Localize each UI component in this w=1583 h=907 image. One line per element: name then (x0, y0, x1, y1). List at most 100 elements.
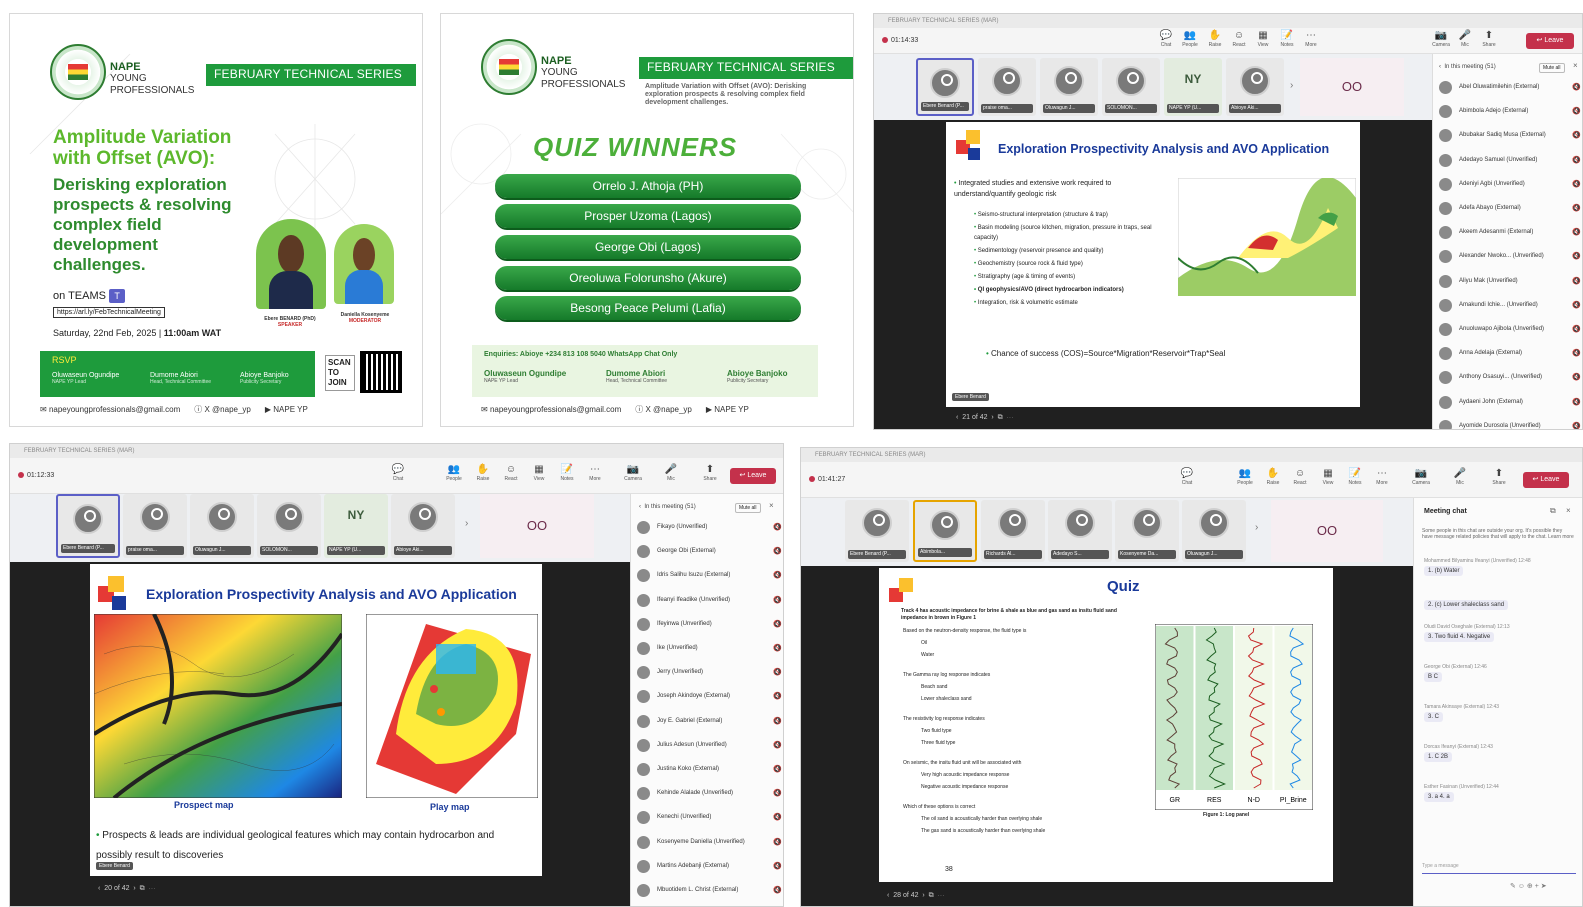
raise-hand-button[interactable]: ✋ Raise (1262, 468, 1284, 486)
participant-row[interactable]: Kenechi (Unverified) 🔇 (637, 808, 782, 828)
participant-row[interactable]: Anuoluwapo Ajibola (Unverified) 🔇 (1439, 320, 1581, 340)
people-button[interactable]: 👥 People (1234, 468, 1256, 486)
participant-tile[interactable]: NY NAPE YP (U... (324, 494, 388, 558)
participant-row[interactable]: Adedayo Samuel (Unverified) 🔇 (1439, 151, 1581, 171)
participant-row[interactable]: Ifeyinwa (Unverified) 🔇 (637, 615, 782, 635)
more-button[interactable]: ⋯ More (1371, 468, 1393, 486)
chat-message[interactable]: George Obi (External) 12:46 B C (1424, 664, 1577, 682)
chat-message[interactable]: 2. (c) Lower shaleclass sand (1424, 598, 1577, 610)
participant-row[interactable]: George Obi (External) 🔇 (637, 542, 782, 562)
next-chevron-icon[interactable]: › (1290, 80, 1293, 91)
chat-message[interactable]: Mohammed Bilyaminu Ifeanyi (Unverified) … (1424, 558, 1577, 576)
participant-tile[interactable]: Oluwagun J... (1040, 58, 1098, 116)
leave-button[interactable]: ↩ Leave (1526, 33, 1574, 49)
participant-row[interactable]: Adeniyi Agbi (Unverified) 🔇 (1439, 175, 1581, 195)
react-button[interactable]: ☺ React (500, 464, 522, 482)
participant-row[interactable]: Abimbola Adejo (External) 🔇 (1439, 102, 1581, 122)
participant-tile[interactable]: Ebere Benard (P... (916, 58, 974, 116)
chat-button[interactable]: 💬 Chat (1176, 468, 1198, 486)
overflow-tile[interactable]: OO (480, 494, 594, 558)
chat-message[interactable]: Dorcas Ifeanyi (External) 12:43 1. C 2B (1424, 744, 1577, 762)
chat-message[interactable]: Oludi David Oseghale (External) 12:13 3. … (1424, 624, 1577, 642)
slide-nav[interactable]: ‹ 21 of 42 › ⧉ ⋯ (956, 414, 1014, 422)
view-button[interactable]: ▦ View (1317, 468, 1339, 486)
participant-tile[interactable]: Abioye Aki... (1226, 58, 1284, 116)
participant-row[interactable]: Justina Koko (External) 🔇 (637, 760, 782, 780)
mute-all-button[interactable]: Mute all (1539, 63, 1565, 73)
participant-row[interactable]: Idris Salihu Isuzu (External) 🔇 (637, 566, 782, 586)
participant-row[interactable]: Abubakar Sadiq Musa (External) 🔇 (1439, 126, 1581, 146)
participant-tile[interactable]: Ebere Benard (P... (845, 500, 909, 562)
participant-row[interactable]: Mbuotidem L. Christ (External) 🔇 (637, 881, 782, 901)
participant-row[interactable]: Aydaeni John (External) 🔇 (1439, 393, 1581, 413)
participant-row[interactable]: Julius Adesun (Unverified) 🔇 (637, 736, 782, 756)
view-button[interactable]: ▦ View (528, 464, 550, 482)
participant-row[interactable]: Alexander Nwoko... (Unverified) 🔇 (1439, 247, 1581, 267)
participant-row[interactable]: Anna Adelaja (External) 🔇 (1439, 344, 1581, 364)
meeting-link[interactable]: https://arl.ly/FebTechnicalMeeting (53, 307, 165, 318)
people-button[interactable]: 👥 People (443, 464, 465, 482)
participant-row[interactable]: Ifeanyi Ifeadike (Unverified) 🔇 (637, 591, 782, 611)
leave-button[interactable]: ↩ Leave (1523, 472, 1569, 488)
mic-button[interactable]: 🎤 Mic (1449, 468, 1471, 486)
view-button[interactable]: ▦ View (1252, 30, 1274, 48)
notes-button[interactable]: 📝 Notes (1276, 30, 1298, 48)
mic-button[interactable]: 🎤 Mic (1454, 30, 1476, 48)
participant-row[interactable]: Anthony Osasuyi... (Unverified) 🔇 (1439, 368, 1581, 388)
chat-button[interactable]: 💬 Chat (387, 464, 409, 482)
participant-row[interactable]: Ayomide Durosola (Unverified) 🔇 (1439, 417, 1581, 429)
qr-code[interactable] (360, 351, 402, 393)
camera-button[interactable]: 📷 Camera (1410, 468, 1432, 486)
close-icon[interactable]: × (769, 501, 774, 510)
participant-row[interactable]: Aliyu Mak (Unverified) 🔇 (1439, 272, 1581, 292)
overflow-tile[interactable]: OO (1271, 500, 1383, 562)
participant-tile[interactable]: Oluwagun J... (190, 494, 254, 558)
slide-nav[interactable]: ‹ 20 of 42 › ⧉ ⋯ (98, 885, 156, 893)
participant-row[interactable]: Adefa Abayo (External) 🔇 (1439, 199, 1581, 219)
participant-tile[interactable]: Adedayo S... (1048, 500, 1112, 562)
next-chevron-icon[interactable]: › (465, 518, 468, 529)
participant-tile[interactable]: SOLOMON... (1102, 58, 1160, 116)
participant-row[interactable]: Abel Oluwatimilehin (External) 🔇 (1439, 78, 1581, 98)
next-chevron-icon[interactable]: › (1255, 522, 1258, 533)
close-icon[interactable]: × (1566, 506, 1571, 515)
participant-row[interactable]: Jerry (Unverified) 🔇 (637, 663, 782, 683)
raise-hand-button[interactable]: ✋ Raise (472, 464, 494, 482)
participant-tile[interactable]: Kosenyeme Da... (1115, 500, 1179, 562)
mute-all-button[interactable]: Mute all (735, 503, 761, 513)
share-button[interactable]: ⬆ Share (699, 464, 721, 482)
participant-row[interactable]: Martins Adebanji (External) 🔇 (637, 857, 782, 877)
notes-button[interactable]: 📝 Notes (1344, 468, 1366, 486)
participant-tile[interactable]: NY NAPE YP (U... (1164, 58, 1222, 116)
people-button[interactable]: 👥 People (1179, 30, 1201, 48)
share-button[interactable]: ⬆ Share (1478, 30, 1500, 48)
overflow-tile[interactable]: OO (1300, 58, 1404, 116)
raise-hand-button[interactable]: ✋ Raise (1204, 30, 1226, 48)
camera-button[interactable]: 📷 Camera (1430, 30, 1452, 48)
slide-nav[interactable]: ‹ 28 of 42 › ⧉ ⋯ (887, 892, 945, 900)
message-input[interactable]: Type a message (1422, 860, 1576, 874)
mic-button[interactable]: 🎤 Mic (660, 464, 682, 482)
chat-message[interactable]: Esther Fasinan (Unverified) 12:44 3. a 4.… (1424, 784, 1577, 802)
react-button[interactable]: ☺ React (1289, 468, 1311, 486)
participant-tile[interactable]: SOLOMON... (257, 494, 321, 558)
participant-row[interactable]: Fikayo (Unverified) 🔇 (637, 518, 782, 538)
participant-row[interactable]: Amakundi Ichie... (Unverified) 🔇 (1439, 296, 1581, 316)
notes-button[interactable]: 📝 Notes (556, 464, 578, 482)
close-icon[interactable]: × (1573, 61, 1578, 70)
participant-tile[interactable]: praise oma... (123, 494, 187, 558)
more-button[interactable]: ⋯ More (1300, 30, 1322, 48)
chat-message[interactable]: Tamara Akinsaye (External) 12:43 3. C (1424, 704, 1577, 722)
more-button[interactable]: ⋯ More (584, 464, 606, 482)
participant-row[interactable]: Kehinde Alalade (Unverified) 🔇 (637, 784, 782, 804)
participant-row[interactable]: Akeem Adesanmi (External) 🔇 (1439, 223, 1581, 243)
participant-tile[interactable]: Richards Al... (981, 500, 1045, 562)
leave-button[interactable]: ↩ Leave (730, 468, 776, 484)
chat-button[interactable]: 💬 Chat (1155, 30, 1177, 48)
camera-button[interactable]: 📷 Camera (622, 464, 644, 482)
participant-row[interactable]: Joy E. Gabriel (External) 🔇 (637, 712, 782, 732)
participant-tile[interactable]: praise oma... (978, 58, 1036, 116)
react-button[interactable]: ☺ React (1228, 30, 1250, 48)
participant-row[interactable]: Kosenyeme Daniella (Unverified) 🔇 (637, 833, 782, 853)
participant-tile[interactable]: Abioye Aki... (391, 494, 455, 558)
